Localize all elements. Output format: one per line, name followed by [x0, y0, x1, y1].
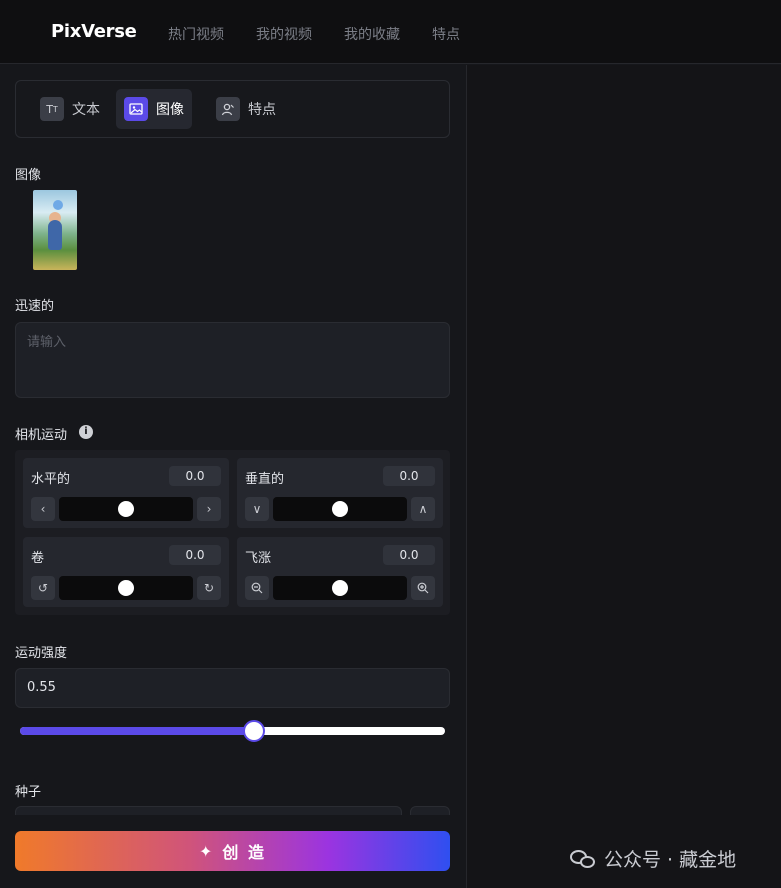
rotate-right-icon[interactable]: ↻	[197, 576, 221, 600]
wechat-icon	[570, 849, 596, 869]
camera-motion-label: 相机运动	[15, 428, 68, 443]
camera-vertical-label: 垂直的	[245, 472, 285, 487]
zoom-out-icon[interactable]	[245, 576, 269, 600]
uploaded-image-thumbnail[interactable]	[33, 190, 77, 270]
tab-text-label: 文本	[72, 102, 100, 118]
nav-my-videos[interactable]: 我的视频	[256, 24, 312, 44]
motion-strength-input[interactable]: 0.55	[15, 668, 450, 708]
camera-vertical-slider[interactable]	[273, 497, 407, 521]
camera-roll-label: 卷	[31, 551, 45, 566]
tab-image[interactable]: 图像	[116, 89, 192, 129]
camera-horizontal-slider[interactable]	[59, 497, 193, 521]
camera-zoom-slider[interactable]	[273, 576, 407, 600]
camera-vertical: 垂直的 0.0 ∨ ∧	[237, 458, 443, 528]
pixverse-logo[interactable]: PixVerse	[51, 21, 137, 42]
tab-image-label: 图像	[156, 102, 184, 118]
slider-knob[interactable]	[118, 501, 134, 517]
preview-area	[466, 65, 781, 888]
chevron-down-icon[interactable]: ∨	[245, 497, 269, 521]
rotate-left-icon[interactable]: ↺	[31, 576, 55, 600]
watermark-text: 公众号 · 藏金地	[604, 849, 737, 871]
chevron-left-icon[interactable]: ‹	[31, 497, 55, 521]
camera-horizontal-value[interactable]: 0.0	[169, 466, 221, 486]
text-icon: TT	[40, 97, 64, 121]
motion-strength-fill	[20, 727, 254, 735]
camera-roll-slider[interactable]	[59, 576, 193, 600]
motion-strength-label: 运动强度	[15, 646, 68, 661]
camera-zoom-label: 飞涨	[245, 551, 272, 566]
generation-panel: TT 文本 图像 特点 图像 迅速的 请输入 相机运动 i 水平的 0.0 ‹	[0, 65, 466, 888]
camera-roll-value[interactable]: 0.0	[169, 545, 221, 565]
zoom-in-icon[interactable]	[411, 576, 435, 600]
camera-horizontal-label: 水平的	[31, 472, 71, 487]
camera-horizontal: 水平的 0.0 ‹ ›	[23, 458, 229, 528]
character-icon	[216, 97, 240, 121]
motion-strength-slider[interactable]	[20, 727, 445, 735]
info-icon[interactable]: i	[79, 425, 93, 439]
nav-features[interactable]: 特点	[432, 24, 460, 44]
create-button[interactable]: ✦ 创 造	[15, 831, 450, 871]
create-button-label: 创 造	[222, 843, 266, 862]
camera-zoom-value[interactable]: 0.0	[383, 545, 435, 565]
tab-character[interactable]: 特点	[208, 89, 284, 129]
prompt-label: 迅速的	[15, 299, 55, 314]
image-section-label: 图像	[15, 168, 42, 183]
camera-zoom: 飞涨 0.0	[237, 537, 443, 607]
chevron-up-icon[interactable]: ∧	[411, 497, 435, 521]
watermark: 公众号 · 藏金地	[570, 845, 736, 872]
camera-motion-controls: 水平的 0.0 ‹ › 垂直的 0.0 ∨ ∧ 卷 0.0 ↺ ↻ 飞涨 0.0	[15, 450, 450, 615]
slider-knob[interactable]	[332, 580, 348, 596]
tab-character-label: 特点	[248, 102, 276, 118]
sparkle-icon: ✦	[199, 841, 215, 861]
tab-text[interactable]: TT 文本	[32, 89, 108, 129]
prompt-input[interactable]: 请输入	[15, 322, 450, 398]
camera-vertical-value[interactable]: 0.0	[383, 466, 435, 486]
top-nav-bar: PixVerse 热门视频 我的视频 我的收藏 特点	[0, 0, 781, 64]
motion-strength-thumb[interactable]	[242, 720, 265, 742]
slider-knob[interactable]	[332, 501, 348, 517]
seed-label: 种子	[15, 785, 42, 800]
mode-tabs: TT 文本 图像 特点	[15, 80, 450, 138]
chevron-right-icon[interactable]: ›	[197, 497, 221, 521]
nav-my-favorites[interactable]: 我的收藏	[344, 24, 400, 44]
slider-knob[interactable]	[118, 580, 134, 596]
image-icon	[124, 97, 148, 121]
camera-roll: 卷 0.0 ↺ ↻	[23, 537, 229, 607]
nav-hot-videos[interactable]: 热门视频	[168, 24, 224, 44]
